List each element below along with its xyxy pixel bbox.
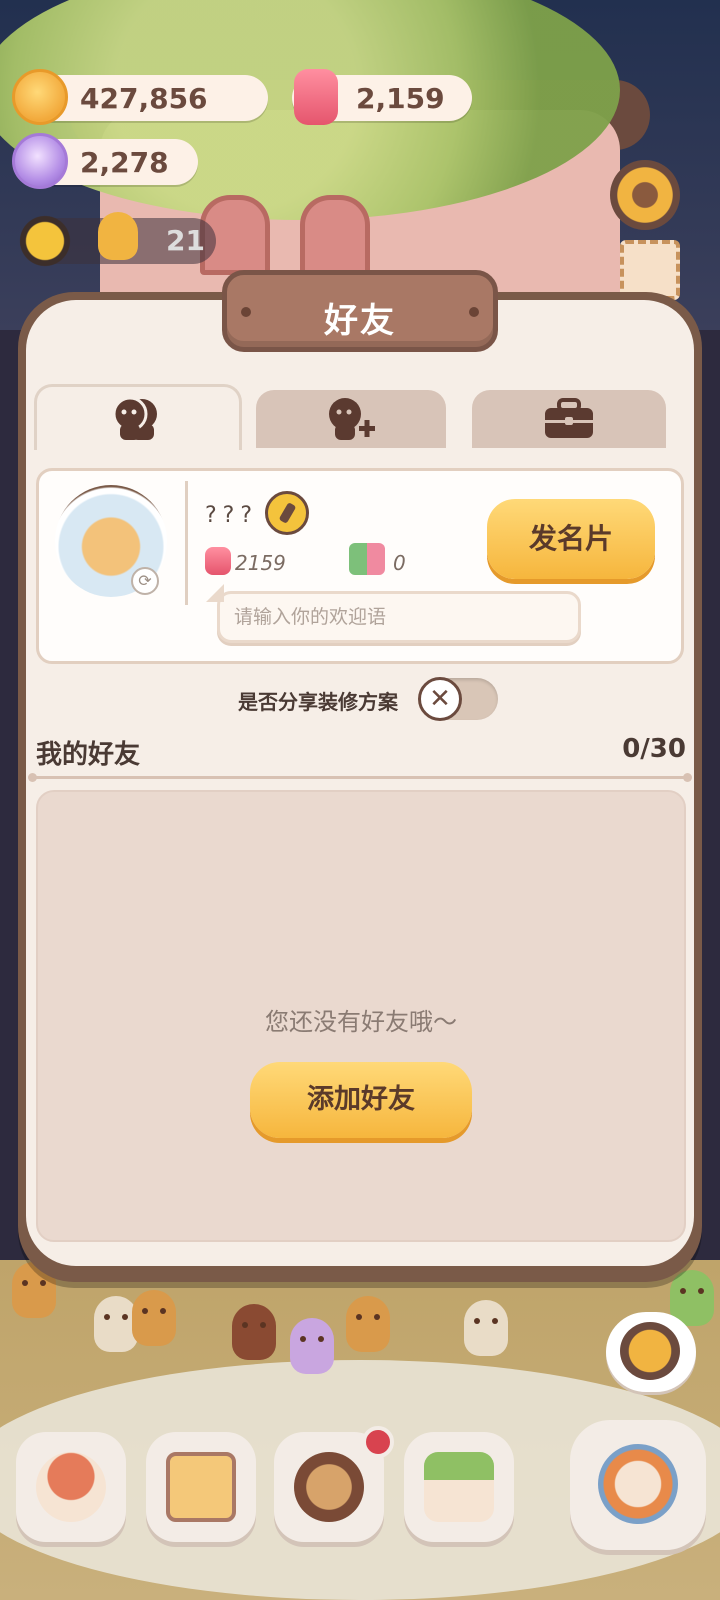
settings-gear-icon[interactable] xyxy=(610,160,680,230)
cookie-character xyxy=(232,1304,276,1360)
candle-value: 2,159 xyxy=(356,81,445,115)
tab-bag[interactable] xyxy=(472,390,666,448)
friends-title: 我的好友 xyxy=(36,740,141,770)
cookie-character xyxy=(464,1300,508,1356)
cookie-character xyxy=(132,1290,176,1346)
notebook-icon xyxy=(166,1452,236,1522)
dialog-title: 好友 xyxy=(324,301,396,341)
tab-friends[interactable] xyxy=(34,384,242,450)
gift-icon xyxy=(349,543,385,575)
stamp-icon[interactable] xyxy=(620,240,680,300)
nav-notebook-button[interactable] xyxy=(146,1432,256,1542)
cookie-portrait-icon xyxy=(294,1452,364,1522)
empty-state-text: 您还没有好友哦～ xyxy=(265,1008,457,1036)
add-friend-button[interactable]: 添加好友 xyxy=(250,1062,472,1138)
house-window xyxy=(300,195,370,275)
chat-bubble-button[interactable] xyxy=(606,1312,696,1392)
candle-icon xyxy=(294,69,338,125)
candle-icon xyxy=(205,547,231,575)
tab-add-friend[interactable] xyxy=(256,390,446,448)
share-design-toggle[interactable]: ✕ xyxy=(418,677,498,721)
level-indicator[interactable]: 21 xyxy=(16,212,216,270)
share-design-row: 是否分享装修方案 ✕ xyxy=(0,676,720,722)
divider xyxy=(28,773,692,782)
greeting-input[interactable]: 请输入你的欢迎语 xyxy=(206,584,581,643)
friends-icon xyxy=(112,396,157,440)
house-build-icon xyxy=(36,1452,106,1522)
crystal-value: 2,278 xyxy=(80,145,169,179)
candle-stat-value: 2159 xyxy=(235,551,286,575)
share-design-label: 是否分享装修方案 xyxy=(238,690,398,714)
briefcase-icon xyxy=(545,398,593,438)
alarm-fish-icon xyxy=(598,1444,678,1524)
coin-value: 427,856 xyxy=(80,81,208,115)
friends-list: 您还没有好友哦～ 添加好友 xyxy=(36,790,686,1242)
cookie-face-icon xyxy=(98,212,138,260)
coin-counter[interactable]: 427,856 xyxy=(12,69,268,125)
crystal-icon xyxy=(12,133,68,189)
add-friend-icon xyxy=(329,398,375,440)
friends-header: 我的好友 0/30 xyxy=(36,730,686,770)
crystal-counter[interactable]: 2,278 xyxy=(12,133,198,189)
sun-icon xyxy=(16,212,74,270)
toggle-off-icon: ✕ xyxy=(418,677,462,721)
dialog-title-plate: 好友 xyxy=(222,270,498,352)
profile-card: ⟳ ??? 2159 0 请输入你的欢迎语 发名片 xyxy=(36,468,684,664)
send-card-button[interactable]: 发名片 xyxy=(487,499,655,579)
cookie-chat-icon xyxy=(620,1322,680,1380)
cookie-character xyxy=(346,1296,390,1352)
shop-icon xyxy=(424,1452,494,1522)
divider xyxy=(185,481,188,605)
edit-name-icon[interactable] xyxy=(265,491,309,535)
nav-shop-button[interactable] xyxy=(404,1432,514,1542)
nav-build-button[interactable] xyxy=(16,1432,126,1542)
nav-alarm-button[interactable] xyxy=(570,1420,706,1550)
cookie-character xyxy=(290,1318,334,1374)
refresh-avatar-icon[interactable]: ⟳ xyxy=(131,567,159,595)
coin-icon xyxy=(12,69,68,125)
notification-badge xyxy=(362,1426,394,1458)
level-value: 21 xyxy=(166,224,205,257)
gift-stat-value: 0 xyxy=(393,551,406,575)
tab-bar xyxy=(34,384,686,450)
candle-counter[interactable]: 2,159 xyxy=(292,69,472,125)
player-name: ??? xyxy=(205,503,259,528)
friends-count: 0/30 xyxy=(622,734,686,764)
